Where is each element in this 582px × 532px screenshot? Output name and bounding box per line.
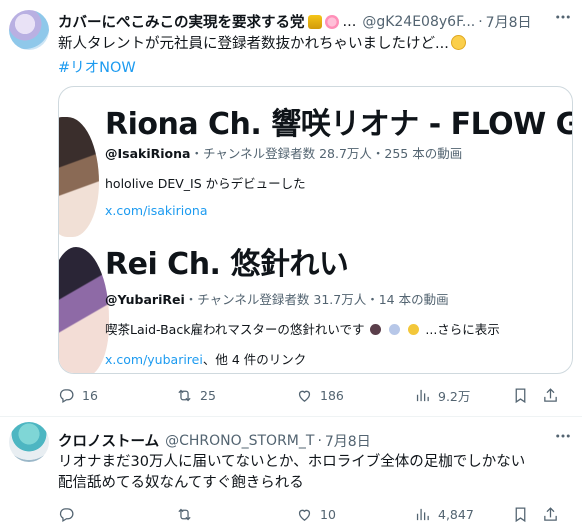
repost-icon: [178, 508, 191, 521]
tweet-1[interactable]: カバーにぺこみこの実現を要求する党 ... @gK24E08y6F... · 7…: [0, 0, 582, 416]
tweet-text-line-2: 配信舐めてる奴なんてすぐ飽きられる: [58, 475, 304, 491]
views-icon: [416, 389, 429, 402]
tweet-header: カバーにぺこみこの実現を要求する党 ... @gK24E08y6F... · 7…: [58, 11, 532, 32]
like-button[interactable]: 10: [296, 506, 414, 523]
avatar[interactable]: [9, 422, 49, 462]
reply-button[interactable]: 16: [58, 387, 176, 404]
more-icon[interactable]: [554, 8, 572, 30]
flower-emoji-icon: [324, 14, 339, 29]
channel-1-description: hololive DEV_IS からデビューした: [105, 176, 306, 191]
repost-button[interactable]: [176, 506, 296, 523]
views-icon: [416, 508, 429, 521]
sparkles-emoji-icon: [408, 324, 420, 335]
timestamp[interactable]: 7月8日: [325, 431, 371, 451]
reply-button[interactable]: [58, 506, 176, 523]
channel-2-description-text: 喫茶Laid-Back雇われマスターの悠針れいです: [105, 322, 365, 337]
share-button[interactable]: [542, 387, 566, 404]
tweet-header: クロノストーム @CHRONO_STORM_T · 7月8日: [58, 430, 371, 451]
channel-1-meta: @IsakiRiona・チャンネル登録者数 28.7万人・255 本の動画: [105, 143, 462, 162]
tweet-text-line-1: リオナまだ30万人に届いてないとか、ホロライブ全体の足枷でしかない: [58, 454, 526, 470]
channel-1-stats: ・チャンネル登録者数 28.7万人・255 本の動画: [190, 146, 463, 161]
pleading-face-icon: [450, 35, 466, 50]
tweet-actions: 16 25 186 9.2万: [58, 386, 573, 405]
bookmark-button[interactable]: [512, 506, 542, 523]
views-button[interactable]: 9.2万: [414, 386, 512, 405]
channel-1-title[interactable]: Riona Ch. 響咲リオナ - FLOW GI: [105, 99, 572, 143]
views-count: 9.2万: [438, 389, 471, 404]
crown-emoji-icon: [307, 14, 322, 29]
share-icon: [544, 507, 557, 521]
reply-icon: [59, 508, 74, 523]
like-icon: [298, 390, 311, 402]
views-button[interactable]: 4,847: [414, 506, 512, 523]
channel-1-link[interactable]: x.com/isakiriona: [105, 203, 207, 218]
channel-2-thumbnail: [59, 247, 109, 373]
channel-2-link-suffix[interactable]: 、他 4 件のリンク: [203, 352, 306, 367]
show-more-link[interactable]: ...さらに表示: [425, 322, 499, 337]
reply-count: 16: [82, 388, 98, 403]
repost-button[interactable]: 25: [176, 387, 296, 404]
like-count: 186: [320, 388, 344, 403]
bookmark-button[interactable]: [512, 387, 542, 404]
name-ellipsis: ...: [342, 13, 357, 30]
channel-1-thumbnail: [59, 117, 99, 237]
author-name[interactable]: カバーにぺこみこの実現を要求する党: [58, 11, 305, 32]
link-preview-card[interactable]: Riona Ch. 響咲リオナ - FLOW GI @IsakiRiona・チャ…: [58, 86, 573, 374]
channel-2-stats: ・チャンネル登録者数 31.7万人・14 本の動画: [184, 292, 449, 307]
timestamp[interactable]: 7月8日: [486, 12, 532, 32]
like-count: 10: [320, 507, 336, 522]
channel-2-description: 喫茶Laid-Back雇われマスターの悠針れいです ...さらに表示: [105, 319, 500, 338]
author-handle[interactable]: @gK24E08y6F...: [362, 14, 475, 30]
views-count: 4,847: [438, 507, 474, 522]
reply-icon: [59, 389, 74, 404]
bookmark-icon: [515, 388, 526, 404]
tweet-text: 新人タレントが元社員に登録者数抜かれちゃいましたけど...: [58, 34, 466, 55]
author-name[interactable]: クロノストーム: [58, 430, 159, 451]
author-handle[interactable]: @CHRONO_STORM_T: [165, 433, 314, 449]
share-icon: [544, 388, 557, 402]
channel-2-meta: @YubariRei・チャンネル登録者数 31.7万人・14 本の動画: [105, 289, 449, 308]
separator-dot: ·: [478, 13, 483, 30]
separator-dot: ·: [317, 432, 322, 449]
channel-2-title[interactable]: Rei Ch. 悠針れい: [105, 239, 349, 283]
channel-2-links: x.com/yubarirei、他 4 件のリンク: [105, 349, 306, 368]
channel-1-handle: @IsakiRiona: [105, 146, 191, 161]
channel-2-handle: @YubariRei: [105, 292, 185, 307]
tweet-actions: 10 4,847: [58, 506, 573, 523]
share-button[interactable]: [542, 506, 566, 523]
more-icon[interactable]: [554, 427, 572, 449]
needle-emoji-icon: [389, 324, 401, 335]
coffee-emoji-icon: [370, 324, 382, 335]
like-button[interactable]: 186: [296, 387, 414, 404]
repost-icon: [178, 389, 191, 402]
avatar[interactable]: [9, 10, 49, 50]
hashtag-link[interactable]: #リオNOW: [58, 56, 136, 77]
like-icon: [298, 509, 311, 521]
channel-2-link[interactable]: x.com/yubarirei: [105, 352, 203, 367]
bookmark-icon: [515, 507, 526, 523]
repost-count: 25: [200, 388, 216, 403]
tweet-text-body: 新人タレントが元社員に登録者数抜かれちゃいましたけど...: [58, 36, 449, 52]
